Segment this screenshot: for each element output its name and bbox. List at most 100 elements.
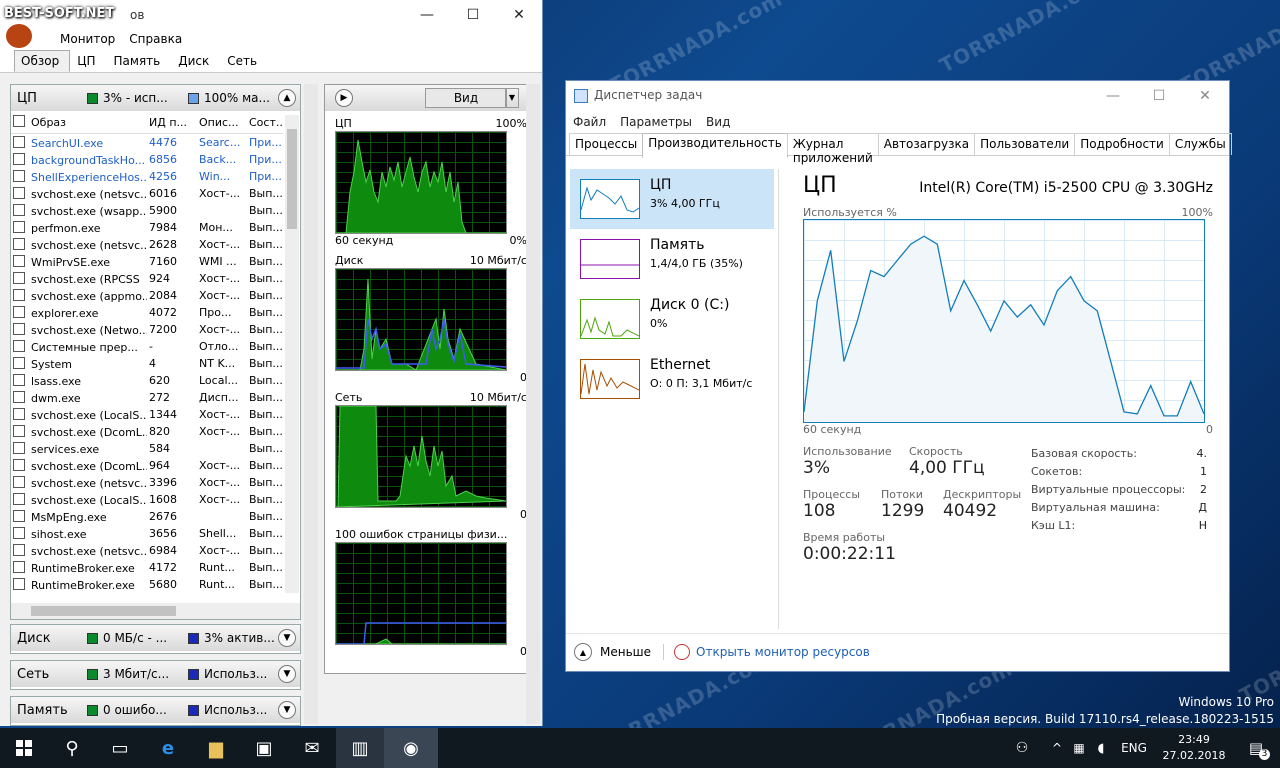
table-row[interactable]: SearchUI.exe 4476 Searc... При... [11,134,283,152]
people-icon[interactable]: ⚇ [998,728,1046,768]
checkbox[interactable] [13,560,25,573]
checkbox[interactable] [13,203,25,216]
checkbox[interactable] [13,169,25,182]
chevron-up-icon[interactable]: ^ [1046,728,1068,768]
menu-options[interactable]: Параметры [620,115,692,129]
checkbox[interactable] [13,152,25,165]
column-header[interactable]: Сост... [247,111,283,134]
menu-file[interactable]: Файл [573,115,606,129]
menu-help[interactable]: Справка [129,32,182,50]
store-icon[interactable]: ▣ [240,728,288,768]
checkbox[interactable] [13,441,25,454]
checkbox[interactable] [13,543,25,556]
tab-details[interactable]: Подробности [1074,133,1170,155]
windows-start-icon[interactable] [0,728,48,768]
volume-icon[interactable]: ◖ [1090,728,1112,768]
tab-users[interactable]: Пользователи [974,133,1076,155]
horizontal-scrollbar[interactable] [11,603,300,619]
vertical-scrollbar[interactable] [285,115,299,593]
tab-performance[interactable]: Производительность [642,133,788,158]
checkbox[interactable] [13,373,25,386]
tab-services[interactable]: Службы [1168,133,1232,155]
disk-panel[interactable]: Диск 0 МБ/с - ... 3% актив... ▼ [10,624,301,654]
sidebar-item-cpu[interactable]: ЦП 3% 4,00 ГГц [570,169,774,229]
chevron-up-icon[interactable]: ▲ [278,89,296,107]
table-row[interactable]: sihost.exe 3656 Shell... Вып... [11,525,283,542]
notification-icon[interactable]: ▤ 3 [1232,728,1280,768]
tab-cpu[interactable]: ЦП [70,50,106,72]
tab-network[interactable]: Сеть [220,50,268,72]
checkbox[interactable] [13,135,25,148]
main-scrollbar[interactable] [304,84,318,724]
chevron-down-icon[interactable]: ▼ [278,629,296,647]
table-row[interactable]: MsMpEng.exe 2676 Вып... [11,508,283,525]
table-row[interactable]: Системные прер... - Отло... Вып... [11,338,283,355]
table-row[interactable]: svchost.exe (Netwo... 7200 Хост-... Вып... [11,321,283,338]
table-row[interactable]: svchost.exe (LocalS... 1344 Хост-... Вып... [11,406,283,423]
cpu-panel-header[interactable]: ЦП 3% - исп... 100% ма... ▲ [11,85,300,111]
checkbox[interactable] [13,288,25,301]
clock[interactable]: 23:49 27.02.2018 [1156,732,1232,764]
table-row[interactable]: System 4 NT K... Вып... [11,355,283,372]
minimize-button[interactable]: — [1090,81,1136,111]
fewer-details-button[interactable]: Меньше [600,645,651,659]
close-button[interactable]: ✕ [496,0,542,30]
network-panel[interactable]: Сеть 3 Мбит/с... Использ... ▼ [10,660,301,690]
sidebar-item-disk[interactable]: Диск 0 (C:) 0% [570,289,774,349]
checkbox[interactable] [13,339,25,352]
maximize-button[interactable]: ☐ [1136,81,1182,111]
open-resource-monitor-link[interactable]: Открыть монитор ресурсов [696,645,870,659]
tab-overview[interactable]: Обзор [14,50,71,72]
tab-memory[interactable]: Память [107,50,172,72]
network-icon[interactable]: ▦ [1068,728,1090,768]
resource-monitor-taskbar-icon[interactable]: ◉ [384,728,438,768]
table-row[interactable]: dwm.exe 272 Дисп... Вып... [11,389,283,406]
checkbox[interactable] [13,475,25,488]
checkbox[interactable] [13,424,25,437]
file-explorer-icon[interactable]: ▆ [192,728,240,768]
table-row[interactable]: svchost.exe (appmo... 2084 Хост-... Вып... [11,287,283,304]
table-row[interactable]: perfmon.exe 7984 Мон... Вып... [11,219,283,236]
checkbox[interactable] [13,577,25,590]
tab-startup[interactable]: Автозагрузка [877,133,976,155]
tab-app-history[interactable]: Журнал приложений [786,133,879,165]
table-row[interactable]: RuntimeBroker.exe 4172 Runt... Вып... [11,559,283,576]
sidebar-item-ethernet[interactable]: Ethernet О: 0 П: 3,1 Мбит/с [570,349,774,409]
checkbox[interactable] [13,271,25,284]
table-row[interactable]: svchost.exe (DcomL... 964 Хост-... Вып... [11,457,283,474]
checkbox[interactable] [13,509,25,522]
checkbox[interactable] [13,115,25,127]
checkbox[interactable] [13,220,25,233]
table-row[interactable]: svchost.exe (wsapp... 5900 Вып... [11,202,283,219]
tab-disk[interactable]: Диск [171,50,220,72]
checkbox[interactable] [13,237,25,250]
table-row[interactable]: svchost.exe (netsvc... 6984 Хост-... Вып... [11,542,283,559]
table-row[interactable]: explorer.exe 4072 Про... Вып... [11,304,283,321]
chevron-down-icon[interactable]: ▼ [278,701,296,719]
checkbox[interactable] [13,390,25,403]
checkbox[interactable] [13,305,25,318]
chevron-up-icon[interactable]: ▲ [574,643,592,661]
checkbox[interactable] [13,322,25,335]
minimize-button[interactable]: — [404,0,450,30]
table-row[interactable]: svchost.exe (netsvc... 6016 Хост-... Вып... [11,185,283,202]
table-row[interactable]: services.exe 584 Вып... [11,440,283,457]
table-row[interactable]: ShellExperienceHos... 4256 Win... При... [11,168,283,185]
sidebar-item-memory[interactable]: Память 1,4/4,0 ГБ (35%) [570,229,774,289]
table-row[interactable]: RuntimeBroker.exe 5680 Runt... Вып... [11,576,283,593]
checkbox[interactable] [13,492,25,505]
language-indicator[interactable]: ENG [1112,728,1156,768]
search-icon[interactable]: ⚲ [48,728,96,768]
memory-panel[interactable]: Память 0 ошибо... Использ... ▼ [10,696,301,726]
edge-icon[interactable]: e [144,728,192,768]
table-row[interactable]: svchost.exe (RPCSS 924 Хост-... Вып... [11,270,283,287]
graphs-scrollbar[interactable] [526,84,540,724]
column-header[interactable]: Опис... [197,111,247,134]
table-row[interactable]: svchost.exe (netsvc... 2628 Хост-... Вып... [11,236,283,253]
column-header[interactable]: Образ [11,111,147,134]
table-row[interactable]: lsass.exe 620 Local... Вып... [11,372,283,389]
performance-monitor-icon[interactable]: ▥ [336,728,384,768]
checkbox[interactable] [13,458,25,471]
checkbox[interactable] [13,356,25,369]
menu-view[interactable]: Вид [706,115,730,129]
